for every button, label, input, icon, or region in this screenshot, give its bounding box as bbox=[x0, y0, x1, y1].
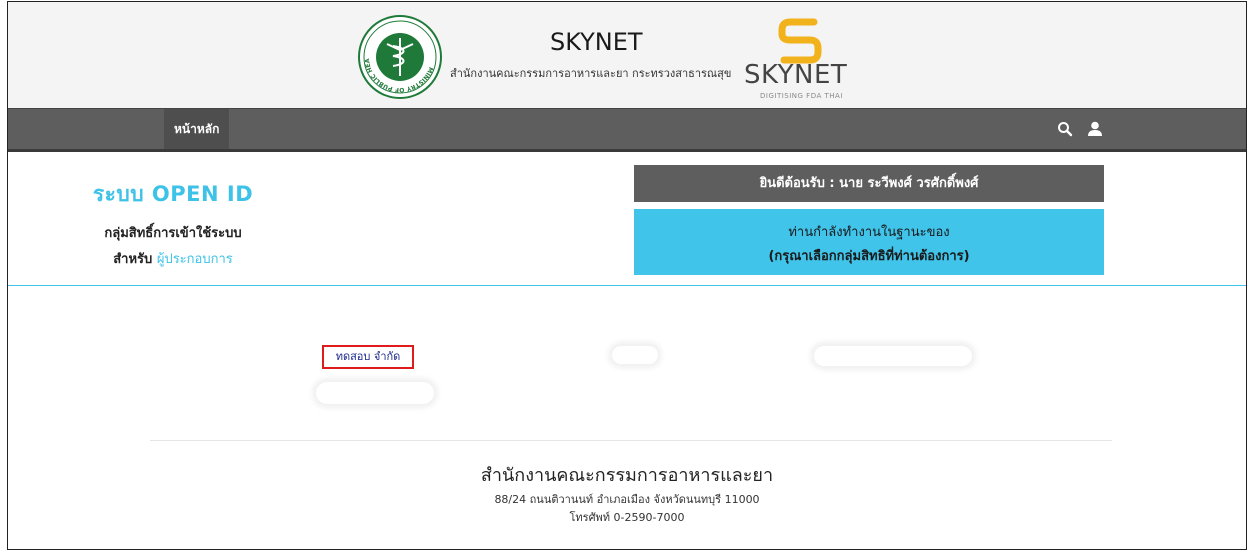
company-link[interactable]: ทดสอบ จำกัด bbox=[322, 345, 414, 369]
skynet-s-icon bbox=[778, 18, 822, 64]
site-subtitle: สำนักงานคณะกรรมการอาหารและยา กระทรวงสาธา… bbox=[450, 67, 732, 80]
role-link[interactable]: ผู้ประกอบการ bbox=[157, 252, 233, 267]
openid-title: ระบบ OPEN ID bbox=[92, 182, 254, 206]
footer-address: 88/24 ถนนติวานนท์ อำเภอเมือง จังหวัดนนทบ… bbox=[494, 493, 760, 506]
role-prefix: สำหรับ bbox=[113, 252, 153, 267]
openid-role-line: สำหรับ ผู้ประกอบการ bbox=[8, 248, 338, 269]
main-navbar: หน้าหลัก bbox=[8, 108, 1246, 152]
nav-home-link[interactable]: หน้าหลัก bbox=[164, 109, 230, 149]
status-line-1: ท่านกำลังทำงานในฐานะของ bbox=[788, 225, 950, 240]
ministry-seal-logo: MINISTRY OF PUBLIC HEALTH bbox=[357, 14, 442, 99]
welcome-bar: ยินดีต้อนรับ : นาย ระวีพงศ์ วรศักดิ์พงศ์ bbox=[634, 165, 1104, 202]
status-line-2: (กรุณาเลือกกลุ่มสิทธิที่ท่านต้องการ) bbox=[768, 249, 970, 264]
footer-org-name: สำนักงานคณะกรรมการอาหารและยา bbox=[480, 465, 774, 486]
footer-divider bbox=[150, 440, 1112, 441]
site-title: SKYNET bbox=[550, 28, 643, 56]
footer-phone: โทรศัพท์ 0-2590-7000 bbox=[569, 511, 685, 524]
site-header: MINISTRY OF PUBLIC HEALTH SKYNET สำนักงา… bbox=[8, 2, 1246, 108]
page-frame: MINISTRY OF PUBLIC HEALTH SKYNET สำนักงา… bbox=[7, 1, 1247, 550]
user-icon[interactable] bbox=[1086, 120, 1104, 138]
redacted-company-detail bbox=[316, 382, 434, 404]
skynet-logo-word: SKYNET bbox=[744, 60, 848, 90]
status-box: ท่านกำลังทำงานในฐานะของ (กรุณาเลือกกลุ่ม… bbox=[634, 209, 1104, 275]
section-divider bbox=[8, 285, 1246, 286]
openid-subtitle: กลุ่มสิทธิ์การเข้าใช้ระบบ bbox=[104, 226, 242, 241]
skynet-logo: SKYNET DIGITISING FDA THAI bbox=[744, 14, 854, 100]
search-icon[interactable] bbox=[1056, 120, 1074, 138]
redacted-field bbox=[814, 346, 972, 366]
skynet-logo-tagline: DIGITISING FDA THAI bbox=[760, 92, 843, 100]
redacted-field bbox=[612, 346, 658, 364]
